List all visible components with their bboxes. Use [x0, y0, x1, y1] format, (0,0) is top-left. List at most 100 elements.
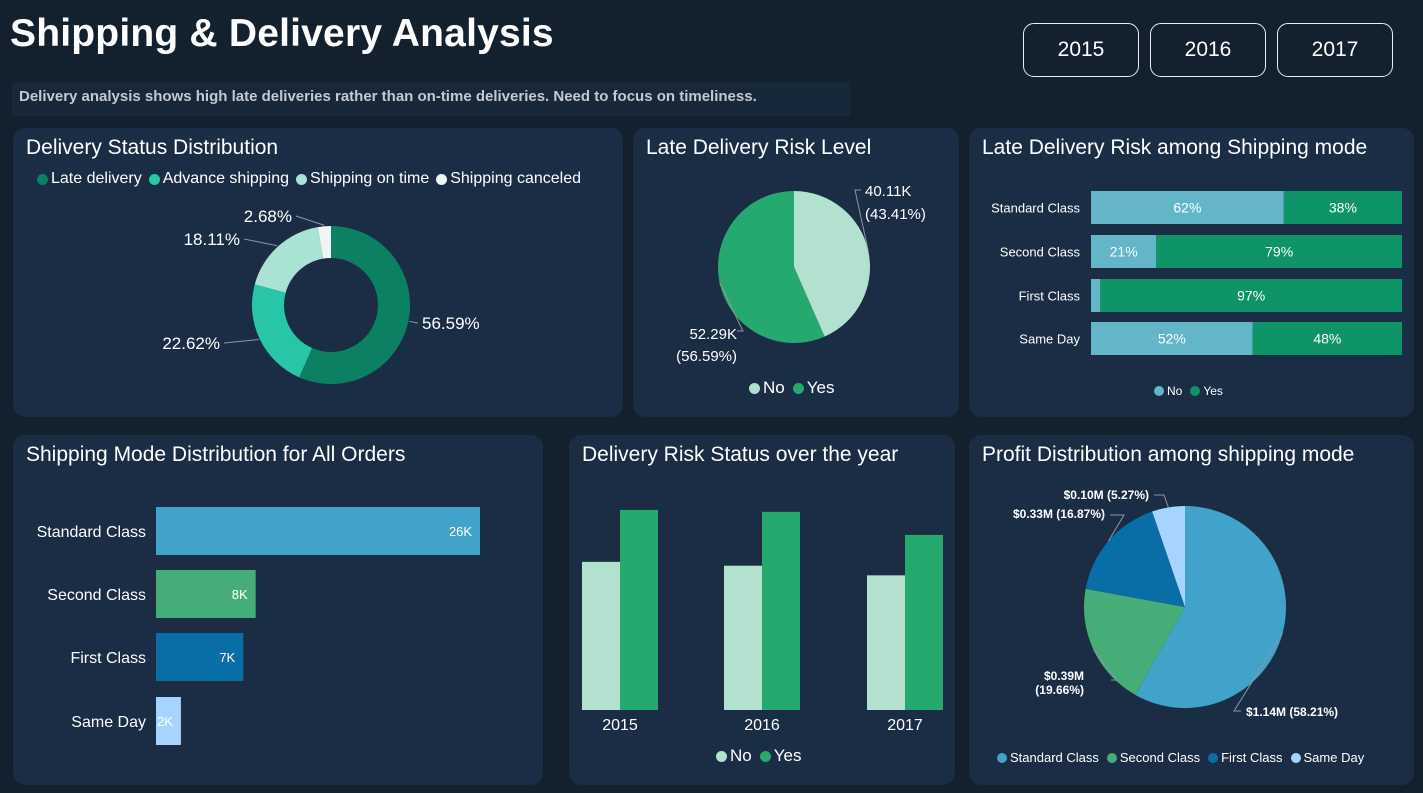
legend-label: No	[1167, 384, 1183, 398]
legend-item-second-class[interactable]: Second Class	[1106, 750, 1201, 765]
legend-item-yes[interactable]: Yes	[1190, 384, 1223, 398]
category-label: Standard Class	[37, 524, 146, 541]
risk-data-label-value: 52.29K	[689, 326, 737, 343]
bar-data-label: 8K	[232, 587, 248, 602]
card-late-risk: Late Delivery Risk Level 40.11K (43.41%) 5…	[633, 128, 959, 417]
legend-item-no[interactable]: No	[716, 746, 752, 766]
bar-data-label: 7K	[219, 650, 235, 665]
card-mode-risk: Late Delivery Risk among Shipping mode S…	[969, 128, 1414, 417]
column-no-2017	[867, 575, 905, 710]
card-delivery-status: Delivery Status Distribution Late delive…	[13, 128, 623, 417]
profit-data-label: $0.10M (5.27%)	[1064, 488, 1149, 502]
profit-data-label-value: $0.39M	[1044, 669, 1084, 683]
legend-item-first-class[interactable]: First Class	[1208, 750, 1283, 765]
year-filter-2017[interactable]: 2017	[1277, 23, 1393, 77]
legend-label: Same Day	[1303, 750, 1365, 765]
card-risk-year: Delivery Risk Status over the year 2015 2…	[569, 435, 955, 785]
legend-dot	[1154, 386, 1164, 396]
profit-leader-line	[1154, 494, 1169, 508]
year-filter-2015[interactable]: 2015	[1023, 23, 1139, 77]
delivery-status-donut-chart: 56.59% 22.62% 18.11%2.68%	[162, 207, 480, 385]
bar-data-label: 79%	[1265, 244, 1293, 260]
risk-data-label-value: 40.11K	[865, 183, 911, 200]
legend-dot	[792, 382, 804, 394]
legend-dot	[997, 752, 1007, 763]
legend-label: Yes	[1203, 384, 1223, 398]
legend-label: Standard Class	[1010, 750, 1099, 765]
category-label: Second Class	[1000, 245, 1081, 260]
column-no-2015	[582, 561, 620, 710]
category-label: Same Day	[71, 714, 146, 731]
bar-data-label: 21%	[1110, 244, 1138, 260]
legend-label: Second Class	[1119, 750, 1201, 765]
legend-item-no[interactable]: No	[749, 378, 785, 398]
profit-data-label: $0.33M (16.87%)	[1013, 507, 1105, 521]
bar-data-label: 97%	[1237, 288, 1265, 304]
mode-orders-bar-chart: Standard Class 26K Second Class 8K First Cla…	[37, 507, 480, 745]
donut-leader-line	[243, 238, 278, 247]
legend-item-no[interactable]: No	[1154, 384, 1182, 398]
column-no-2016	[724, 565, 762, 710]
risk-year-column-chart: 2015 2016 2017	[582, 509, 943, 734]
column-yes-2015	[620, 509, 658, 710]
legend: No Yes	[749, 378, 834, 398]
legend: No Yes	[1154, 384, 1223, 398]
donut-data-label: 2.68%	[244, 207, 292, 226]
legend-dot	[759, 750, 771, 762]
donut-leader-line	[223, 339, 259, 344]
bar-data-label: 48%	[1313, 331, 1341, 347]
legend-item-same-day[interactable]: Same Day	[1290, 750, 1365, 765]
card-mode-orders: Shipping Mode Distribution for All Order…	[13, 435, 543, 785]
year-filter-2016[interactable]: 2016	[1150, 23, 1266, 77]
donut-leader-line	[295, 215, 325, 226]
category-label: First Class	[70, 650, 146, 667]
category-label: First Class	[1019, 289, 1081, 304]
late-risk-pie-chart: 40.11K (43.41%) 52.29K (56.59%)	[676, 183, 926, 365]
legend-dot	[1290, 752, 1301, 763]
legend: No Yes	[716, 746, 801, 766]
bar-standard-class	[156, 507, 480, 555]
column-yes-2017	[905, 534, 943, 710]
profit-data-label-pct: (19.66%)	[1035, 683, 1084, 697]
insight-banner: Delivery analysis shows high late delive…	[12, 82, 850, 116]
category-label: Second Class	[47, 587, 146, 604]
bar-data-label: 52%	[1158, 331, 1186, 347]
donut-slice-1	[251, 284, 313, 378]
donut-slice-2	[254, 227, 324, 293]
x-tick-label: 2015	[602, 717, 638, 734]
risk-data-label-pct: (56.59%)	[676, 348, 737, 365]
legend-label: No	[730, 746, 752, 765]
legend-dot	[749, 382, 760, 394]
donut-data-label: 18.11%	[184, 230, 240, 249]
legend-label: First Class	[1221, 750, 1283, 765]
card-profit-mode: Profit Distribution among shipping mode …	[969, 435, 1414, 785]
mode-risk-stacked-bar-chart: Standard Class 62% 38% Second Class 21% 79% Fi…	[991, 191, 1402, 355]
profit-pie-chart: $1.14M (58.21%) $0.39M(19.66%) $0.33M (16.…	[1013, 488, 1338, 719]
bar-data-label: 26K	[449, 524, 472, 539]
legend-dot	[1208, 752, 1219, 763]
bar-segment-no	[1091, 279, 1101, 312]
legend-label: Yes	[773, 746, 802, 765]
legend-dot	[716, 750, 727, 762]
column-yes-2016	[762, 511, 800, 710]
donut-data-label: 56.59%	[422, 314, 480, 333]
bar-data-label: 62%	[1173, 200, 1201, 216]
category-label: Same Day	[1019, 332, 1080, 347]
bar-data-label: 2K	[157, 714, 173, 729]
legend-item-standard-class[interactable]: Standard Class	[997, 750, 1099, 765]
legend-item-yes[interactable]: Yes	[792, 378, 835, 398]
donut-data-label: 22.62%	[162, 334, 220, 353]
bar-data-label: 38%	[1329, 200, 1357, 216]
legend-dot	[1190, 386, 1201, 396]
profit-data-label: $1.14M (58.21%)	[1246, 705, 1338, 719]
page-title: Shipping & Delivery Analysis	[10, 12, 554, 55]
category-label: Standard Class	[991, 201, 1080, 216]
legend-item-yes[interactable]: Yes	[759, 746, 802, 766]
donut-leader-line	[409, 320, 419, 324]
x-tick-label: 2017	[887, 717, 923, 734]
risk-data-label-pct: (43.41%)	[865, 206, 926, 223]
legend: Standard Class Second Class First Class …	[997, 750, 1364, 765]
legend-label: Yes	[806, 378, 835, 397]
legend-label: No	[763, 378, 785, 397]
legend-dot	[1106, 752, 1117, 763]
